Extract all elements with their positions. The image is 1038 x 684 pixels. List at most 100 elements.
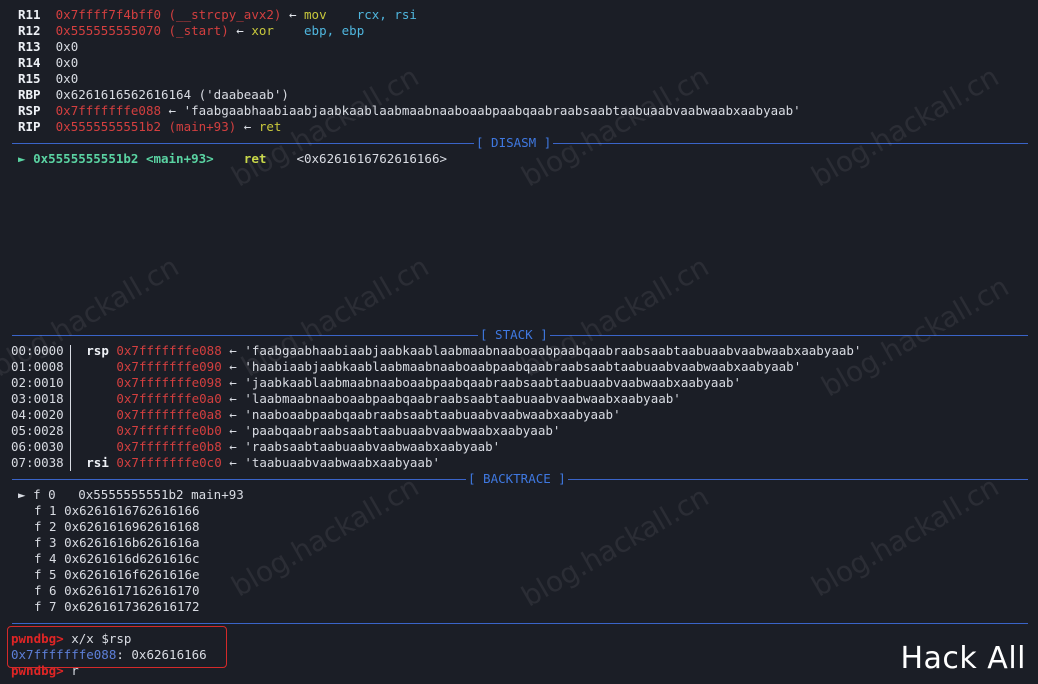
- arrow-icon: ←: [229, 391, 237, 406]
- stack-row: 06:0030 0x7fffffffe0b8 ← 'raabsaabtaabua…: [11, 439, 500, 455]
- frame-number: f 1: [34, 503, 57, 518]
- frame-number: f 3: [34, 535, 57, 550]
- disasm-address: 0x5555555551b2: [33, 151, 139, 166]
- arrow-icon: ←: [243, 119, 252, 134]
- backtrace-frame: f 2 0x6261616962616168: [34, 519, 200, 535]
- stack-address: 0x7fffffffe0b8: [116, 439, 222, 454]
- arrow-icon: ←: [229, 343, 237, 358]
- watermark: blog.hackall.cn: [515, 479, 715, 614]
- register-rip: RIP 0x5555555551b2 (main+93) ← ret: [18, 119, 281, 135]
- register-r13: R13 0x0: [18, 39, 78, 55]
- stack-offset: 05:0028: [11, 423, 64, 438]
- disasm-line: ► 0x5555555551b2 <main+93> ret <0x626161…: [18, 151, 447, 167]
- frame-address: 0x6261617162616170: [64, 583, 200, 598]
- register-symbol: (_start): [168, 23, 229, 38]
- stack-string: 'raabsaabtaabuaabvaabwaabxaabyaab': [244, 439, 501, 454]
- stack-row: 01:0008 0x7fffffffe090 ← 'haabiaabjaabka…: [11, 359, 801, 375]
- register-symbol: (__strcpy_avx2): [168, 7, 282, 22]
- stack-row: 00:0000 rsp 0x7fffffffe088 ← 'faabgaabha…: [11, 343, 861, 359]
- stack-string: 'taabuaabvaabwaabxaabyaab': [244, 455, 440, 470]
- disasm-op: ret: [243, 151, 267, 166]
- instruction-args: ebp, ebp: [304, 23, 365, 38]
- stack-register: rsp: [86, 343, 109, 358]
- stack-address: 0x7fffffffe090: [116, 359, 222, 374]
- backtrace-title: [ BACKTRACE ]: [466, 471, 568, 487]
- stack-row: 03:0018 0x7fffffffe0a0 ← 'laabmaabnaaboa…: [11, 391, 681, 407]
- stack-string: 'faabgaabhaabiaabjaabkaablaabmaabnaaboaa…: [244, 343, 862, 358]
- frame-number: f 6: [34, 583, 57, 598]
- stack-offset: 04:0020: [11, 407, 64, 422]
- frame-address: 0x6261617362616172: [64, 599, 200, 614]
- register-value: 0x6261616562616164 ('daabeaab'): [55, 87, 289, 102]
- stack-offset: 02:0010: [11, 375, 64, 390]
- register-rsp: RSP 0x7fffffffe088 ← 'faabgaabhaabiaabja…: [18, 103, 801, 119]
- stack-address: 0x7fffffffe0b0: [116, 423, 222, 438]
- register-address: 0x7ffff7f4bff0: [55, 7, 161, 22]
- register-name: R12: [18, 23, 41, 38]
- register-r14: R14 0x0: [18, 55, 78, 71]
- disasm-target: <0x6261616762616166>: [296, 151, 447, 166]
- stack-register: rsi: [86, 455, 109, 470]
- stack-row: 04:0020 0x7fffffffe0a8 ← 'naaboaabpaabqa…: [11, 407, 621, 423]
- register-value: 0x0: [55, 39, 79, 54]
- prompt-label: pwndbg>: [11, 663, 64, 678]
- stack-offset: 00:0000: [11, 343, 64, 358]
- backtrace-frame: f 7 0x6261617362616172: [34, 599, 200, 615]
- arrow-icon: ←: [229, 375, 237, 390]
- arrow-icon: ←: [236, 23, 244, 38]
- frame-address: 0x6261616d6261616c: [64, 551, 200, 566]
- disasm-title: [ DISASM ]: [474, 135, 554, 151]
- frame-number: f 5: [34, 567, 57, 582]
- arrow-icon: ←: [229, 455, 237, 470]
- instruction-op: ret: [258, 119, 282, 134]
- register-name: RSP: [18, 103, 41, 118]
- stack-string: 'paabqaabraabsaabtaabuaabvaabwaabxaabyaa…: [244, 423, 561, 438]
- backtrace-frame: f 1 0x6261616762616166: [34, 503, 200, 519]
- frame-number: f 4: [34, 551, 57, 566]
- stack-title: [ STACK ]: [478, 327, 550, 343]
- register-value: 0x0: [55, 71, 79, 86]
- backtrace-frame: f 4 0x6261616d6261616c: [34, 551, 200, 567]
- arrow-icon: ←: [229, 359, 237, 374]
- frame-number: f 7: [34, 599, 57, 614]
- frame-number: f 0: [33, 487, 56, 502]
- watermark: blog.hackall.cn: [805, 469, 1005, 604]
- stack-string: 'naaboaabpaabqaabraabsaabtaabuaabvaabwaa…: [244, 407, 621, 422]
- stack-address: 0x7fffffffe0a8: [116, 407, 222, 422]
- stack-address: 0x7fffffffe0a0: [116, 391, 222, 406]
- register-rbp: RBP 0x6261616562616164 ('daabeaab'): [18, 87, 289, 103]
- backtrace-separator: [ BACKTRACE ]: [12, 471, 1028, 487]
- arrow-icon: ←: [229, 407, 237, 422]
- stack-separator: [ STACK ]: [12, 327, 1028, 343]
- stack-address: 0x7fffffffe088: [116, 343, 222, 358]
- arrow-icon: ←: [168, 103, 177, 118]
- instruction-op: mov: [304, 7, 327, 22]
- separator-rule: [12, 623, 1028, 624]
- brand-logo: Hack All: [900, 641, 1026, 676]
- frame-address: 0x6261616f6261616e: [64, 567, 200, 582]
- console-output-line: 0x7fffffffe088: 0x62616166: [11, 647, 207, 663]
- register-name: RIP: [18, 119, 41, 134]
- frame-number: f 2: [34, 519, 57, 534]
- disasm-symbol: <main+93>: [145, 151, 214, 166]
- register-name: R11: [18, 7, 41, 22]
- current-frame-marker-icon: ►: [18, 487, 26, 502]
- terminal-window[interactable]: R11 0x7ffff7f4bff0 (__strcpy_avx2) ← mov…: [0, 0, 1038, 684]
- result-address: 0x7fffffffe088: [11, 647, 117, 662]
- register-address: 0x7fffffffe088: [55, 103, 161, 118]
- register-name: R13: [18, 39, 41, 54]
- register-address: 0x5555555551b2: [55, 119, 161, 134]
- register-r15: R15 0x0: [18, 71, 78, 87]
- stack-string: 'laabmaabnaaboaabpaabqaabraabsaabtaabuaa…: [244, 391, 681, 406]
- register-name: RBP: [18, 87, 41, 102]
- console-command[interactable]: r: [64, 663, 79, 678]
- arrow-icon: ←: [229, 423, 237, 438]
- frame-address: 0x6261616762616166: [64, 503, 200, 518]
- register-name: R14: [18, 55, 41, 70]
- console-input-line[interactable]: pwndbg> r: [11, 663, 79, 679]
- register-string: 'faabgaabhaabiaabjaabkaablaabmaabnaaboaa…: [183, 103, 801, 118]
- console-command: x/x $rsp: [63, 631, 132, 646]
- backtrace-frame: f 6 0x6261617162616170: [34, 583, 200, 599]
- instruction-op: xor: [251, 23, 274, 38]
- stack-offset: 07:0038: [11, 455, 64, 470]
